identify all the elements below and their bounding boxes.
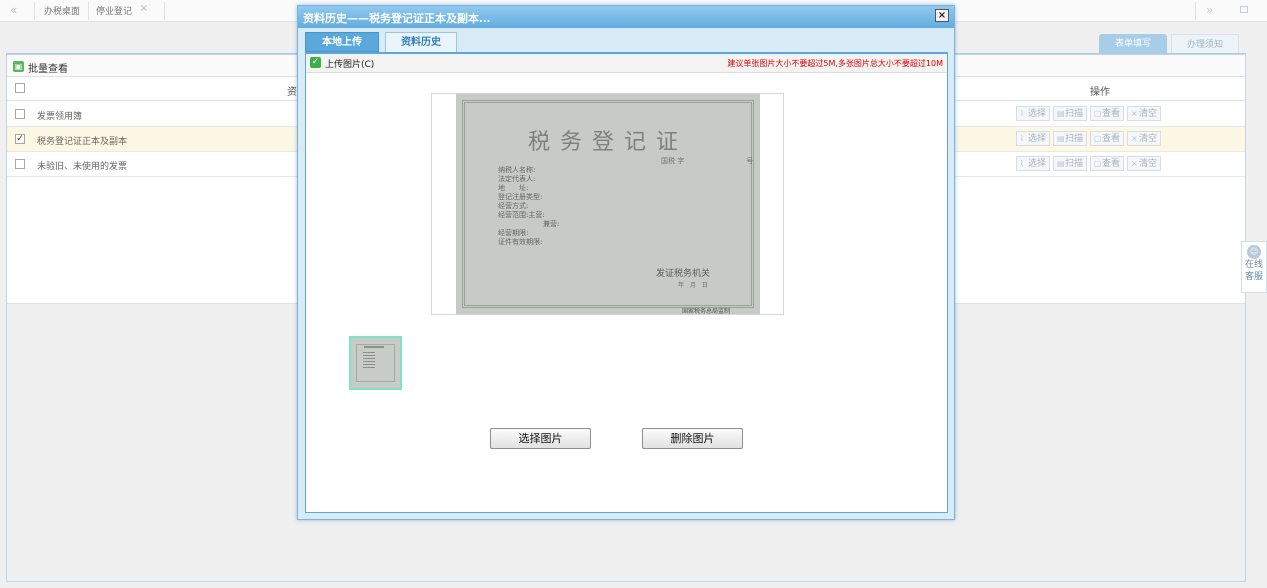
row-label: 税务登记证正本及副本 xyxy=(37,137,128,147)
online-label: 在线 xyxy=(1244,260,1263,270)
certificate-issuer: 发证税务机关 xyxy=(656,269,711,279)
paperclip-icon: ⌇ xyxy=(1020,134,1024,143)
maximize-icon[interactable] xyxy=(1240,6,1248,13)
batch-view-icon[interactable]: ▣ xyxy=(13,61,24,72)
dialog-title: 资料历史——税务登记证正本及副本... xyxy=(303,12,491,25)
view-icon: ▢ xyxy=(1094,159,1102,168)
tax-registration-certificate-image: 税务登记证 国税 字号 纳税人名称: 法定代表人: 地 址: 登记注册类型: 经… xyxy=(456,94,760,315)
dialog-body: ✓ 上传图片(C) 建议单张图片大小不要超过5M,多张图片总大小不要超过10M … xyxy=(305,52,948,513)
certificate-date: 年 月 日 xyxy=(678,282,709,289)
choose-image-button[interactable]: 选择图片 xyxy=(490,428,591,449)
certificate-printer: 国家税务总局监制 xyxy=(682,308,731,315)
divider xyxy=(164,2,165,20)
batch-view-label[interactable]: 批量查看 xyxy=(28,60,68,75)
upload-check-icon[interactable]: ✓ xyxy=(310,57,321,68)
row-checkbox[interactable] xyxy=(15,159,25,169)
row-checkbox[interactable] xyxy=(15,109,25,119)
image-thumbnail[interactable] xyxy=(349,336,402,390)
view-button[interactable]: ▢查看 xyxy=(1090,106,1125,121)
row-actions: ⌇ 选择 ▤扫描 ▢查看 ×清空 xyxy=(1016,106,1164,121)
scan-button[interactable]: ▤扫描 xyxy=(1053,156,1088,171)
online-service-widget[interactable]: ☺ 在线 客服 xyxy=(1241,241,1267,293)
divider xyxy=(1195,2,1196,20)
upload-toolbar: ✓ 上传图片(C) 建议单张图片大小不要超过5M,多张图片总大小不要超过10M xyxy=(306,54,947,73)
upload-image-label[interactable]: 上传图片(C) xyxy=(325,57,374,70)
certificate-fields: 纳税人名称: 法定代表人: 地 址: 登记注册类型: 经营方式: 经营范围:主营… xyxy=(498,166,560,246)
certificate-number: 国税 字号 xyxy=(661,157,754,165)
row-label: 未验旧、未使用的发票 xyxy=(37,162,128,172)
view-button[interactable]: ▢查看 xyxy=(1090,156,1125,171)
close-icon[interactable]: × xyxy=(935,9,949,22)
view-button[interactable]: ▢查看 xyxy=(1090,131,1125,146)
scan-button[interactable]: ▤扫描 xyxy=(1053,106,1088,121)
tab-form-fill[interactable]: 表单填写 xyxy=(1099,34,1167,54)
scanner-icon: ▤ xyxy=(1057,134,1065,143)
divider xyxy=(34,2,35,20)
tabs-scroll-left-icon[interactable]: « xyxy=(10,3,17,17)
delete-image-button[interactable]: 删除图片 xyxy=(642,428,743,449)
service-label: 客服 xyxy=(1244,272,1263,282)
close-icon: × xyxy=(1131,159,1138,168)
scanner-icon: ▤ xyxy=(1057,159,1065,168)
select-button[interactable]: ⌇ 选择 xyxy=(1016,106,1051,121)
tab-instructions[interactable]: 办理须知 xyxy=(1171,34,1239,54)
tab-local-upload[interactable]: 本地上传 xyxy=(305,32,379,52)
material-history-dialog: 资料历史——税务登记证正本及副本... × 本地上传 资料历史 ✓ 上传图片(C… xyxy=(297,5,955,520)
tab-material-history[interactable]: 资料历史 xyxy=(385,32,457,52)
row-actions: ⌇ 选择 ▤扫描 ▢查看 ×清空 xyxy=(1016,156,1164,171)
clear-button[interactable]: ×清空 xyxy=(1127,106,1162,121)
select-all-checkbox[interactable] xyxy=(15,83,25,93)
paperclip-icon: ⌇ xyxy=(1020,109,1024,118)
view-icon: ▢ xyxy=(1094,109,1102,118)
clear-button[interactable]: ×清空 xyxy=(1127,156,1162,171)
close-icon: × xyxy=(1131,109,1138,118)
select-button[interactable]: ⌇ 选择 xyxy=(1016,131,1051,146)
paperclip-icon: ⌇ xyxy=(1020,159,1024,168)
close-icon: × xyxy=(1131,134,1138,143)
divider xyxy=(88,2,89,20)
tab-suspension-registration[interactable]: 停业登记 × xyxy=(96,3,154,17)
row-checkbox[interactable]: ✓ xyxy=(15,134,25,144)
tab-close-icon[interactable]: × xyxy=(140,3,148,14)
certificate-title: 税务登记证 xyxy=(527,130,688,155)
scanner-icon: ▤ xyxy=(1057,109,1065,118)
column-header-actions: 操作 xyxy=(1090,87,1110,98)
tab-desktop[interactable]: 办税桌面 xyxy=(44,4,80,17)
dialog-title-bar[interactable]: 资料历史——税务登记证正本及副本... × xyxy=(298,6,954,28)
customer-service-icon: ☺ xyxy=(1247,245,1261,259)
upload-size-note: 建议单张图片大小不要超过5M,多张图片总大小不要超过10M xyxy=(727,59,943,68)
tabs-scroll-right-icon[interactable]: » xyxy=(1206,3,1213,17)
row-label: 发票领用簿 xyxy=(37,112,83,122)
tab-label: 停业登记 xyxy=(96,7,133,17)
view-icon: ▢ xyxy=(1094,134,1102,143)
scan-button[interactable]: ▤扫描 xyxy=(1053,131,1088,146)
clear-button[interactable]: ×清空 xyxy=(1127,131,1162,146)
row-actions: ⌇ 选择 ▤扫描 ▢查看 ×清空 xyxy=(1016,131,1164,146)
image-preview: 税务登记证 国税 字号 纳税人名称: 法定代表人: 地 址: 登记注册类型: 经… xyxy=(431,93,784,315)
select-button[interactable]: ⌇ 选择 xyxy=(1016,156,1051,171)
